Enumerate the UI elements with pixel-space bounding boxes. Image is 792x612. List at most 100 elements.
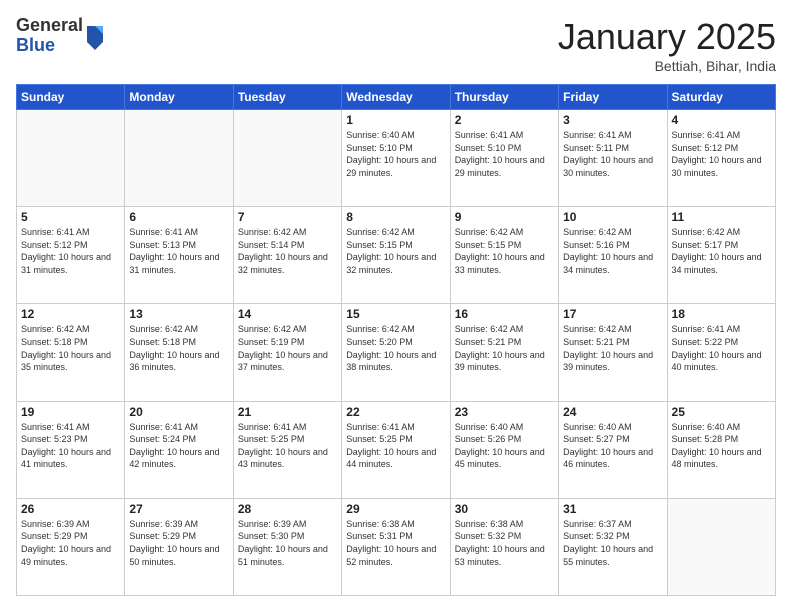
day-info: Sunrise: 6:42 AM Sunset: 5:21 PM Dayligh… bbox=[563, 323, 662, 373]
table-row: 30 Sunrise: 6:38 AM Sunset: 5:32 PM Dayli… bbox=[450, 498, 558, 595]
day-info: Sunrise: 6:42 AM Sunset: 5:14 PM Dayligh… bbox=[238, 226, 337, 276]
day-number: 1 bbox=[346, 113, 445, 127]
day-info: Sunrise: 6:42 AM Sunset: 5:16 PM Dayligh… bbox=[563, 226, 662, 276]
logo-icon bbox=[85, 22, 105, 50]
table-row: 5 Sunrise: 6:41 AM Sunset: 5:12 PM Daylig… bbox=[17, 207, 125, 304]
title-block: January 2025 Bettiah, Bihar, India bbox=[558, 16, 776, 74]
day-number: 10 bbox=[563, 210, 662, 224]
day-info: Sunrise: 6:39 AM Sunset: 5:29 PM Dayligh… bbox=[21, 518, 120, 568]
table-row: 12Sunrise: 6:42 AM Sunset: 5:18 PM Dayli… bbox=[17, 304, 125, 401]
day-number: 23 bbox=[455, 405, 554, 419]
logo-text: General Blue bbox=[16, 16, 105, 56]
table-row: 20Sunrise: 6:41 AM Sunset: 5:24 PM Dayli… bbox=[125, 401, 233, 498]
table-row: 21 Sunrise: 6:41 AM Sunset: 5:25 PM Dayli… bbox=[233, 401, 341, 498]
table-row: 15 Sunrise: 6:42 AM Sunset: 5:20 PM Dayli… bbox=[342, 304, 450, 401]
day-number: 13 bbox=[129, 307, 228, 321]
table-row: 27 Sunrise: 6:39 AM Sunset: 5:29 PM Dayli… bbox=[125, 498, 233, 595]
day-info: Sunrise: 6:38 AM Sunset: 5:31 PM Dayligh… bbox=[346, 518, 445, 568]
day-info: Sunrise: 6:39 AM Sunset: 5:30 PM Dayligh… bbox=[238, 518, 337, 568]
day-number: 22 bbox=[346, 405, 445, 419]
day-number: 29 bbox=[346, 502, 445, 516]
day-info: Sunrise: 6:41 AM Sunset: 5:12 PM Dayligh… bbox=[672, 129, 771, 179]
table-row: 2Sunrise: 6:41 AM Sunset: 5:10 PM Daylig… bbox=[450, 110, 558, 207]
table-row: 19 Sunrise: 6:41 AM Sunset: 5:23 PM Dayli… bbox=[17, 401, 125, 498]
header-monday: Monday bbox=[125, 85, 233, 110]
day-number: 31 bbox=[563, 502, 662, 516]
day-info: Sunrise: 6:40 AM Sunset: 5:27 PM Dayligh… bbox=[563, 421, 662, 471]
table-row: 11 Sunrise: 6:42 AM Sunset: 5:17 PM Dayli… bbox=[667, 207, 775, 304]
table-row: 1 Sunrise: 6:40 AM Sunset: 5:10 PM Daylig… bbox=[342, 110, 450, 207]
day-number: 4 bbox=[672, 113, 771, 127]
day-info: Sunrise: 6:42 AM Sunset: 5:17 PM Dayligh… bbox=[672, 226, 771, 276]
location: Bettiah, Bihar, India bbox=[558, 58, 776, 74]
table-row: 25Sunrise: 6:40 AM Sunset: 5:28 PM Dayli… bbox=[667, 401, 775, 498]
day-info: Sunrise: 6:42 AM Sunset: 5:19 PM Dayligh… bbox=[238, 323, 337, 373]
day-info: Sunrise: 6:40 AM Sunset: 5:26 PM Dayligh… bbox=[455, 421, 554, 471]
header-friday: Friday bbox=[559, 85, 667, 110]
table-row: 24 Sunrise: 6:40 AM Sunset: 5:27 PM Dayli… bbox=[559, 401, 667, 498]
calendar-week-row: 26Sunrise: 6:39 AM Sunset: 5:29 PM Dayli… bbox=[17, 498, 776, 595]
day-number: 30 bbox=[455, 502, 554, 516]
page: General Blue January 2025 Bettiah, Bihar… bbox=[0, 0, 792, 612]
day-info: Sunrise: 6:41 AM Sunset: 5:13 PM Dayligh… bbox=[129, 226, 228, 276]
table-row: 28Sunrise: 6:39 AM Sunset: 5:30 PM Dayli… bbox=[233, 498, 341, 595]
table-row: 4 Sunrise: 6:41 AM Sunset: 5:12 PM Daylig… bbox=[667, 110, 775, 207]
day-info: Sunrise: 6:41 AM Sunset: 5:12 PM Dayligh… bbox=[21, 226, 120, 276]
table-row: 6 Sunrise: 6:41 AM Sunset: 5:13 PM Daylig… bbox=[125, 207, 233, 304]
day-info: Sunrise: 6:41 AM Sunset: 5:24 PM Dayligh… bbox=[129, 421, 228, 471]
day-info: Sunrise: 6:41 AM Sunset: 5:23 PM Dayligh… bbox=[21, 421, 120, 471]
day-number: 18 bbox=[672, 307, 771, 321]
day-number: 9 bbox=[455, 210, 554, 224]
table-row bbox=[667, 498, 775, 595]
logo-general: General bbox=[16, 15, 83, 35]
calendar-table: Sunday Monday Tuesday Wednesday Thursday… bbox=[16, 84, 776, 596]
table-row: 9Sunrise: 6:42 AM Sunset: 5:15 PM Daylig… bbox=[450, 207, 558, 304]
header-wednesday: Wednesday bbox=[342, 85, 450, 110]
table-row: 22 Sunrise: 6:41 AM Sunset: 5:25 PM Dayli… bbox=[342, 401, 450, 498]
calendar-header-row: Sunday Monday Tuesday Wednesday Thursday… bbox=[17, 85, 776, 110]
day-number: 15 bbox=[346, 307, 445, 321]
day-info: Sunrise: 6:41 AM Sunset: 5:25 PM Dayligh… bbox=[346, 421, 445, 471]
day-number: 27 bbox=[129, 502, 228, 516]
day-number: 5 bbox=[21, 210, 120, 224]
table-row bbox=[17, 110, 125, 207]
calendar-week-row: 12Sunrise: 6:42 AM Sunset: 5:18 PM Dayli… bbox=[17, 304, 776, 401]
table-row: 13 Sunrise: 6:42 AM Sunset: 5:18 PM Dayli… bbox=[125, 304, 233, 401]
table-row: 17Sunrise: 6:42 AM Sunset: 5:21 PM Dayli… bbox=[559, 304, 667, 401]
day-number: 21 bbox=[238, 405, 337, 419]
table-row: 3Sunrise: 6:41 AM Sunset: 5:11 PM Daylig… bbox=[559, 110, 667, 207]
header-tuesday: Tuesday bbox=[233, 85, 341, 110]
day-info: Sunrise: 6:41 AM Sunset: 5:25 PM Dayligh… bbox=[238, 421, 337, 471]
day-number: 14 bbox=[238, 307, 337, 321]
month-title: January 2025 bbox=[558, 16, 776, 58]
day-number: 8 bbox=[346, 210, 445, 224]
day-number: 24 bbox=[563, 405, 662, 419]
day-number: 6 bbox=[129, 210, 228, 224]
day-number: 2 bbox=[455, 113, 554, 127]
table-row: 29 Sunrise: 6:38 AM Sunset: 5:31 PM Dayli… bbox=[342, 498, 450, 595]
calendar-week-row: 1 Sunrise: 6:40 AM Sunset: 5:10 PM Daylig… bbox=[17, 110, 776, 207]
day-info: Sunrise: 6:42 AM Sunset: 5:15 PM Dayligh… bbox=[346, 226, 445, 276]
day-number: 3 bbox=[563, 113, 662, 127]
table-row: 26Sunrise: 6:39 AM Sunset: 5:29 PM Dayli… bbox=[17, 498, 125, 595]
table-row: 23 Sunrise: 6:40 AM Sunset: 5:26 PM Dayli… bbox=[450, 401, 558, 498]
table-row bbox=[233, 110, 341, 207]
header-sunday: Sunday bbox=[17, 85, 125, 110]
day-info: Sunrise: 6:42 AM Sunset: 5:18 PM Dayligh… bbox=[129, 323, 228, 373]
header-thursday: Thursday bbox=[450, 85, 558, 110]
day-number: 11 bbox=[672, 210, 771, 224]
day-number: 16 bbox=[455, 307, 554, 321]
day-info: Sunrise: 6:42 AM Sunset: 5:18 PM Dayligh… bbox=[21, 323, 120, 373]
logo: General Blue bbox=[16, 16, 105, 56]
header: General Blue January 2025 Bettiah, Bihar… bbox=[16, 16, 776, 74]
day-info: Sunrise: 6:39 AM Sunset: 5:29 PM Dayligh… bbox=[129, 518, 228, 568]
day-info: Sunrise: 6:40 AM Sunset: 5:10 PM Dayligh… bbox=[346, 129, 445, 179]
table-row: 18 Sunrise: 6:41 AM Sunset: 5:22 PM Dayli… bbox=[667, 304, 775, 401]
table-row: 7Sunrise: 6:42 AM Sunset: 5:14 PM Daylig… bbox=[233, 207, 341, 304]
table-row: 14 Sunrise: 6:42 AM Sunset: 5:19 PM Dayli… bbox=[233, 304, 341, 401]
day-info: Sunrise: 6:38 AM Sunset: 5:32 PM Dayligh… bbox=[455, 518, 554, 568]
day-number: 19 bbox=[21, 405, 120, 419]
day-info: Sunrise: 6:41 AM Sunset: 5:22 PM Dayligh… bbox=[672, 323, 771, 373]
table-row: 8 Sunrise: 6:42 AM Sunset: 5:15 PM Daylig… bbox=[342, 207, 450, 304]
day-info: Sunrise: 6:42 AM Sunset: 5:20 PM Dayligh… bbox=[346, 323, 445, 373]
